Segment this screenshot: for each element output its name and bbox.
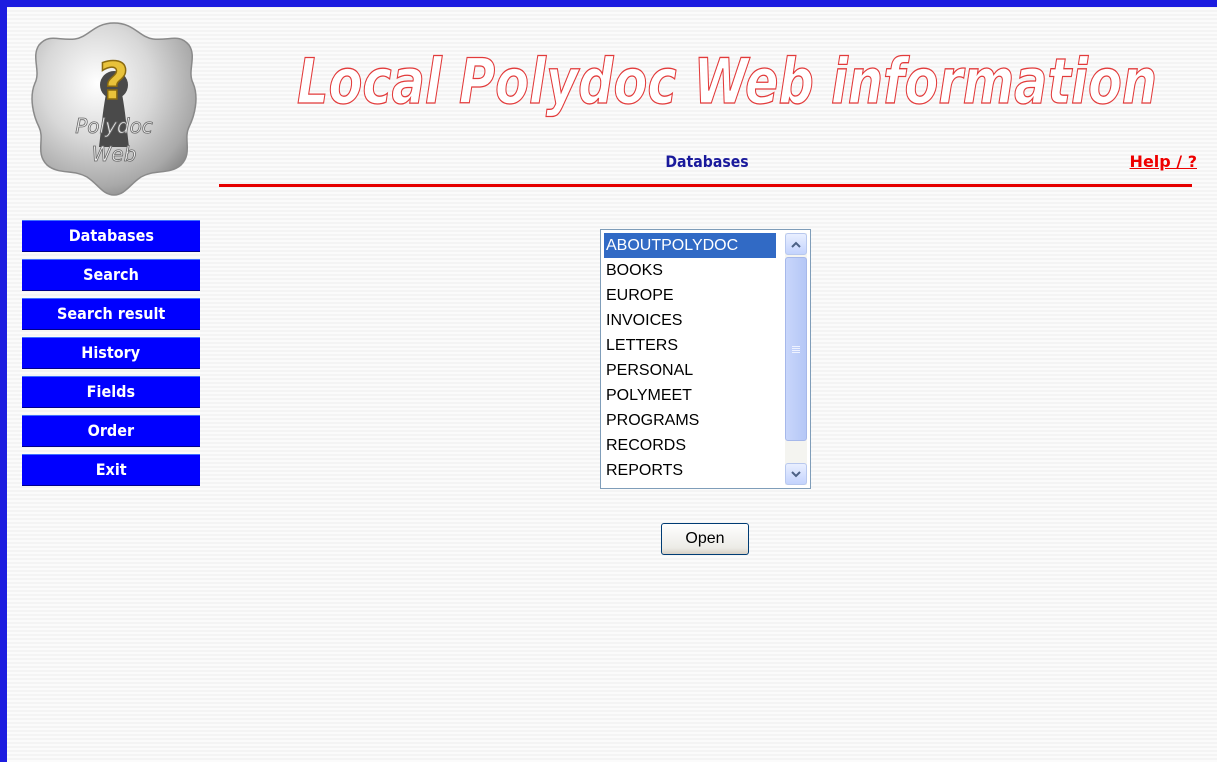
nav-history-label: History bbox=[81, 343, 141, 362]
svg-text:Web: Web bbox=[92, 142, 137, 166]
help-link[interactable]: Help / ? bbox=[1097, 152, 1197, 171]
nav-fields-button[interactable]: Fields bbox=[22, 376, 200, 408]
open-button[interactable]: Open bbox=[661, 523, 749, 555]
nav-exit-label: Exit bbox=[95, 460, 127, 479]
chevron-down-icon bbox=[791, 470, 801, 477]
page-heading: Databases bbox=[665, 152, 749, 171]
nav-order-label: Order bbox=[87, 421, 135, 440]
app-title: Local Polydoc Web information bbox=[287, 41, 1167, 121]
chevron-up-icon bbox=[791, 241, 801, 248]
database-option[interactable]: INVOICES bbox=[604, 308, 776, 333]
logo-seal-icon: ? Polydoc Web bbox=[31, 22, 197, 196]
nav-search-button[interactable]: Search bbox=[22, 259, 200, 291]
database-option[interactable]: POLYMEET bbox=[604, 383, 776, 408]
polydoc-logo: ? Polydoc Web bbox=[29, 19, 199, 197]
nav-fields-label: Fields bbox=[86, 382, 136, 401]
database-option-selected[interactable]: ABOUTPOLYDOC bbox=[604, 233, 776, 258]
nav-search-label: Search bbox=[83, 265, 139, 284]
svg-text:Polydoc: Polydoc bbox=[75, 114, 153, 138]
thumb-grip-icon bbox=[792, 345, 800, 353]
database-option[interactable]: REPORTS bbox=[604, 458, 776, 483]
database-list: ABOUTPOLYDOC BOOKS EUROPE INVOICES LETTE… bbox=[604, 233, 776, 483]
nav-databases-label: Databases bbox=[68, 226, 154, 245]
page-frame: ? Polydoc Web Local Polydoc Web informat… bbox=[0, 0, 1217, 762]
database-option[interactable]: PROGRAMS bbox=[604, 408, 776, 433]
database-option[interactable]: EUROPE bbox=[604, 283, 776, 308]
listbox-scrollbar[interactable] bbox=[785, 233, 807, 485]
nav-search-result-label: Search result bbox=[56, 304, 166, 323]
sidebar-nav: Databases Search Search result History F… bbox=[22, 220, 200, 493]
database-option[interactable]: PERSONAL bbox=[604, 358, 776, 383]
database-option[interactable]: RECORDS bbox=[604, 433, 776, 458]
database-listbox[interactable]: ABOUTPOLYDOC BOOKS EUROPE INVOICES LETTE… bbox=[600, 229, 811, 489]
scroll-thumb[interactable] bbox=[785, 257, 807, 441]
scroll-up-button[interactable] bbox=[785, 233, 807, 255]
nav-databases-button[interactable]: Databases bbox=[22, 220, 200, 252]
nav-history-button[interactable]: History bbox=[22, 337, 200, 369]
nav-order-button[interactable]: Order bbox=[22, 415, 200, 447]
scroll-down-button[interactable] bbox=[785, 463, 807, 485]
nav-search-result-button[interactable]: Search result bbox=[22, 298, 200, 330]
svg-text:?: ? bbox=[99, 52, 129, 112]
nav-exit-button[interactable]: Exit bbox=[22, 454, 200, 486]
app-title-text: Local Polydoc Web information bbox=[297, 45, 1157, 118]
header-divider bbox=[219, 184, 1192, 187]
database-option[interactable]: LETTERS bbox=[604, 333, 776, 358]
database-option[interactable]: BOOKS bbox=[604, 258, 776, 283]
